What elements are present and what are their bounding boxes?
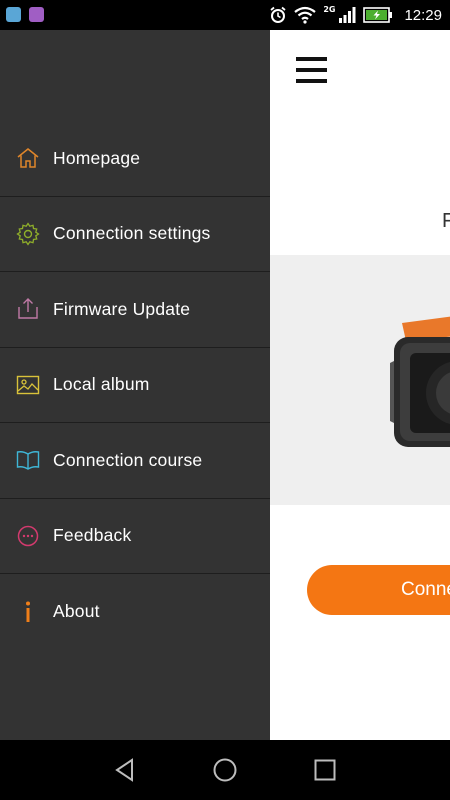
drawer-item-label: Connection course	[53, 449, 203, 470]
recents-icon[interactable]	[312, 757, 338, 783]
action-camera-image	[390, 316, 450, 447]
drawer-item-label: Homepage	[53, 147, 141, 168]
home-button-icon[interactable]	[212, 757, 238, 783]
back-icon[interactable]	[112, 757, 138, 783]
drawer-item-firmware-update[interactable]: Firmware Update	[0, 272, 270, 348]
main-heading-partial: F	[442, 210, 450, 232]
upload-icon	[16, 297, 40, 321]
chat-icon	[16, 524, 40, 548]
battery-charging-icon	[363, 7, 393, 23]
drawer-item-label: Connection settings	[53, 223, 211, 244]
drawer-item-label: About	[53, 601, 100, 622]
clock: 12:29	[404, 6, 442, 24]
drawer-item-about[interactable]: About	[0, 574, 270, 650]
drawer-item-label: Feedback	[53, 525, 132, 546]
drawer-item-connection-settings[interactable]: Connection settings	[0, 197, 270, 272]
signal-icon	[339, 7, 356, 23]
gallery-notification-icon	[29, 7, 44, 22]
book-icon	[16, 448, 40, 472]
connect-button[interactable]: Conne	[307, 565, 450, 615]
camera-hero-image	[270, 255, 450, 505]
drawer-item-label: Firmware Update	[53, 298, 191, 319]
alarm-icon	[270, 6, 286, 23]
status-bar: 2G 12:29	[0, 0, 450, 30]
network-type-label: 2G	[323, 4, 336, 14]
hamburger-menu-icon[interactable]	[296, 57, 329, 87]
system-navigation-bar	[0, 740, 450, 800]
info-icon	[16, 600, 40, 624]
gear-icon	[16, 222, 40, 246]
drawer-menu-list: Homepage Connection settings Firmware Up…	[0, 121, 270, 650]
app-notification-icon	[6, 7, 21, 22]
home-icon	[16, 146, 40, 170]
drawer-item-feedback[interactable]: Feedback	[0, 499, 270, 574]
drawer-item-local-album[interactable]: Local album	[0, 348, 270, 423]
wifi-icon	[294, 6, 316, 24]
navigation-drawer: Homepage Connection settings Firmware Up…	[0, 30, 270, 740]
image-icon	[16, 373, 40, 397]
drawer-item-label: Local album	[53, 374, 150, 395]
drawer-item-connection-course[interactable]: Connection course	[0, 423, 270, 499]
drawer-item-homepage[interactable]: Homepage	[0, 121, 270, 197]
